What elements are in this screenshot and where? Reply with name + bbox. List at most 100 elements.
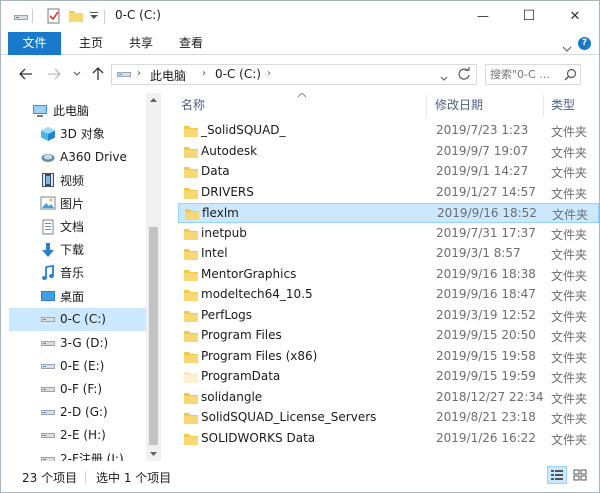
column-divider[interactable] xyxy=(543,95,544,117)
nav-item-2[interactable]: A360 Drive xyxy=(9,145,146,168)
file-type: 文件夹 xyxy=(551,289,588,303)
new-folder-icon[interactable] xyxy=(68,8,84,27)
tab-view[interactable]: 查看 xyxy=(171,32,211,55)
file-date: 2019/3/19 12:52 xyxy=(436,307,536,322)
file-row[interactable]: solidangle 2018/12/27 22:34 文件夹 xyxy=(178,388,599,408)
navigation-scroll-thumb[interactable] xyxy=(149,227,158,445)
breadcrumb-drive[interactable]: 0-C (C:) xyxy=(215,67,261,81)
nav-item-14[interactable]: 2-E (H:) xyxy=(9,424,146,447)
file-name: Program Files (x86) xyxy=(201,348,318,363)
drive-icon xyxy=(116,67,132,84)
file-name: DRIVERS xyxy=(201,184,254,199)
folder-icon xyxy=(183,146,199,162)
file-row[interactable]: PerfLogs 2019/3/19 12:52 文件夹 xyxy=(178,306,599,326)
nav-item-12[interactable]: 0-F (F:) xyxy=(9,377,146,400)
folder-icon xyxy=(183,187,199,203)
expand-ribbon-icon[interactable] xyxy=(562,41,572,55)
scroll-up-icon[interactable] xyxy=(149,97,158,103)
forward-button[interactable] xyxy=(45,66,63,82)
navigation-scrollbar[interactable] xyxy=(146,93,161,461)
search-box[interactable] xyxy=(485,64,581,85)
file-row[interactable]: ProgramData 2019/9/15 19:59 文件夹 xyxy=(178,367,599,387)
nav-item-1[interactable]: 3D 对象 xyxy=(9,122,146,145)
nav-item-7[interactable]: 音乐 xyxy=(9,261,146,284)
column-header-type[interactable]: 类型 xyxy=(551,93,575,119)
nav-item-label: 2-D (G:) xyxy=(60,405,108,420)
file-type: 文件夹 xyxy=(551,391,588,406)
nav-item-15[interactable]: 2-F注册 (I:) xyxy=(9,447,146,461)
file-list-pane[interactable]: 名称 修改日期 类型 _SolidSQUAD_ 2019/7/23 1:23 文件夹… xyxy=(161,93,599,461)
file-type: 文件夹 xyxy=(551,371,588,385)
breadcrumb-this-pc[interactable]: 此电脑 xyxy=(150,67,186,84)
customize-toolbar-icon[interactable] xyxy=(89,10,99,24)
tab-home[interactable]: 主页 xyxy=(71,32,111,55)
maximize-button[interactable]: ☐ xyxy=(506,1,552,31)
column-header-name[interactable]: 名称 xyxy=(181,93,205,119)
tab-file[interactable]: 文件 xyxy=(8,32,61,55)
column-divider[interactable] xyxy=(426,95,427,117)
drive-icon xyxy=(40,358,56,374)
file-date: 2019/9/1 14:27 xyxy=(436,164,529,178)
file-type: 文件夹 xyxy=(551,166,588,180)
help-icon[interactable]: ? xyxy=(578,37,591,50)
file-date: 2018/12/27 22:34 xyxy=(436,389,544,404)
tab-share[interactable]: 共享 xyxy=(121,32,161,55)
back-button[interactable] xyxy=(17,66,35,82)
up-button[interactable] xyxy=(89,66,107,82)
recent-locations-button[interactable] xyxy=(70,66,84,82)
title-bar: 0-C (C:) — ☐ ✕ xyxy=(1,1,599,32)
nav-item-3[interactable]: 视频 xyxy=(9,169,146,192)
file-row[interactable]: modeltech64_10.5 2019/9/16 18:47 文件夹 xyxy=(178,285,599,305)
drive-icon[interactable] xyxy=(13,8,29,27)
file-row[interactable]: Data 2019/9/1 14:27 文件夹 xyxy=(178,162,599,182)
close-button[interactable]: ✕ xyxy=(552,1,598,31)
file-row[interactable]: Autodesk 2019/9/7 19:07 文件夹 xyxy=(178,142,599,162)
file-row[interactable]: Intel 2019/3/1 8:57 文件夹 xyxy=(178,244,599,264)
properties-icon[interactable] xyxy=(46,8,62,27)
sort-ascending-icon xyxy=(297,93,307,98)
window-title: 0-C (C:) xyxy=(115,8,161,22)
nav-item-0[interactable]: 此电脑 xyxy=(9,99,146,122)
navigation-pane[interactable]: 此电脑 3D 对象 A360 Drive 视频 图片 文档 下载音乐桌面 0-C (C:) 3-… xyxy=(1,93,161,461)
large-icons-view-icon xyxy=(573,469,587,481)
nav-item-6[interactable]: 下载 xyxy=(9,238,146,261)
folder-icon xyxy=(184,208,200,224)
address-dropdown-icon[interactable] xyxy=(440,71,448,85)
minimize-button[interactable]: — xyxy=(460,1,506,31)
nav-item-label: 音乐 xyxy=(60,266,85,281)
refresh-icon[interactable] xyxy=(457,67,471,84)
search-input[interactable] xyxy=(490,67,560,82)
large-icons-view-button[interactable] xyxy=(570,466,590,484)
file-row[interactable]: DRIVERS 2019/1/27 14:57 文件夹 xyxy=(178,183,599,203)
breadcrumb-separator-icon[interactable]: › xyxy=(137,68,141,79)
nav-item-11[interactable]: 0-E (E:) xyxy=(9,354,146,377)
nav-item-13[interactable]: 2-D (G:) xyxy=(9,401,146,424)
file-row[interactable]: Program Files (x86) 2019/9/15 19:58 文件夹 xyxy=(178,347,599,367)
nav-item-4[interactable]: 图片 xyxy=(9,192,146,215)
nav-item-5[interactable]: 文档 xyxy=(9,215,146,238)
file-row[interactable]: _SolidSQUAD_ 2019/7/23 1:23 文件夹 xyxy=(178,121,599,141)
scroll-down-icon[interactable] xyxy=(149,451,158,457)
column-header-date[interactable]: 修改日期 xyxy=(435,93,483,119)
breadcrumb-separator-icon[interactable]: › xyxy=(202,68,206,79)
nav-item-9[interactable]: 0-C (C:) xyxy=(9,307,146,331)
address-bar[interactable]: › 此电脑 › 0-C (C:) › xyxy=(111,64,477,85)
file-row[interactable]: SOLIDWORKS Data 2019/1/26 16:22 文件夹 xyxy=(178,429,599,449)
file-row[interactable]: inetpub 2019/7/31 17:37 文件夹 xyxy=(178,224,599,244)
details-view-icon xyxy=(551,470,563,480)
breadcrumb-separator-icon[interactable]: › xyxy=(267,68,271,79)
file-row[interactable]: Program Files 2019/9/15 20:50 文件夹 xyxy=(178,326,599,346)
search-icon[interactable] xyxy=(564,68,577,84)
details-view-button[interactable] xyxy=(547,466,567,484)
video-icon xyxy=(40,172,56,188)
file-type: 文件夹 xyxy=(551,330,588,344)
folder-icon xyxy=(183,166,199,182)
file-row[interactable]: MentorGraphics 2019/9/16 18:38 文件夹 xyxy=(178,265,599,285)
file-row[interactable]: flexlm 2019/9/16 18:52 文件夹 xyxy=(178,203,599,223)
nav-item-8[interactable]: 桌面 xyxy=(9,285,146,308)
file-row[interactable]: SolidSQUAD_License_Servers 2019/8/21 23:1… xyxy=(178,408,599,428)
file-name: Autodesk xyxy=(201,143,258,158)
file-date: 2019/1/27 14:57 xyxy=(436,184,536,199)
folder-icon xyxy=(183,433,199,449)
nav-item-10[interactable]: 3-G (D:) xyxy=(9,331,146,354)
